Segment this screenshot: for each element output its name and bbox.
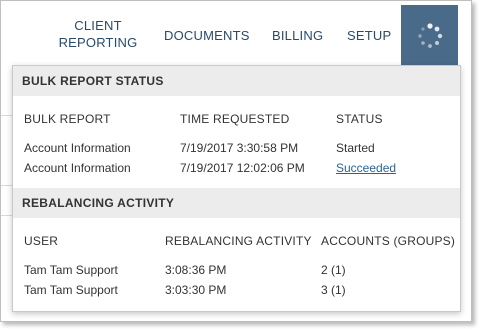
top-navigation: CLIENT REPORTING DOCUMENTS BILLING SETUP xyxy=(1,1,471,65)
bulk-row-2-status-link[interactable]: Succeeded xyxy=(336,161,396,175)
col-rebalancing-activity: REBALANCING ACTIVITY xyxy=(165,234,312,248)
app-window: CLIENT REPORTING DOCUMENTS BILLING SETUP xyxy=(0,0,472,322)
status-menu-button[interactable] xyxy=(401,5,458,65)
nav-billing[interactable]: BILLING xyxy=(272,28,323,43)
nav-client-reporting-line1: CLIENT xyxy=(74,18,122,33)
bulk-row-1-time: 7/19/2017 3:30:58 PM xyxy=(180,141,299,155)
rebal-row-1-activity: 3:08:36 PM xyxy=(165,263,227,277)
nav-setup[interactable]: SETUP xyxy=(347,28,391,43)
bulk-row-1-report: Account Information xyxy=(24,141,131,155)
nav-client-reporting[interactable]: CLIENT REPORTING xyxy=(56,17,140,51)
col-user: USER xyxy=(24,234,59,248)
rebal-row-1-user: Tam Tam Support xyxy=(24,263,118,277)
status-dropdown-panel: BULK REPORT STATUS BULK REPORT TIME REQU… xyxy=(12,65,461,312)
bulk-row-2-time: 7/19/2017 12:02:06 PM xyxy=(180,161,305,175)
col-status: STATUS xyxy=(336,112,383,126)
bulk-row-1-status: Started xyxy=(336,141,375,155)
bulk-report-status-header: BULK REPORT STATUS xyxy=(13,66,460,96)
rebal-row-1-accounts: 2 (1) xyxy=(321,263,346,277)
bulk-row-2-report: Account Information xyxy=(24,161,131,175)
rebal-row-2-accounts: 3 (1) xyxy=(321,283,346,297)
col-accounts-groups: ACCOUNTS (GROUPS) xyxy=(321,234,456,248)
rebal-row-2-activity: 3:03:30 PM xyxy=(165,283,227,297)
rebalancing-activity-header: REBALANCING ACTIVITY xyxy=(13,188,460,218)
rebal-row-2-user: Tam Tam Support xyxy=(24,283,118,297)
spinner-icon xyxy=(418,23,443,48)
nav-documents[interactable]: DOCUMENTS xyxy=(164,28,250,43)
nav-client-reporting-line2: REPORTING xyxy=(58,35,138,50)
col-time-requested: TIME REQUESTED xyxy=(180,112,290,126)
col-bulk-report: BULK REPORT xyxy=(24,112,111,126)
